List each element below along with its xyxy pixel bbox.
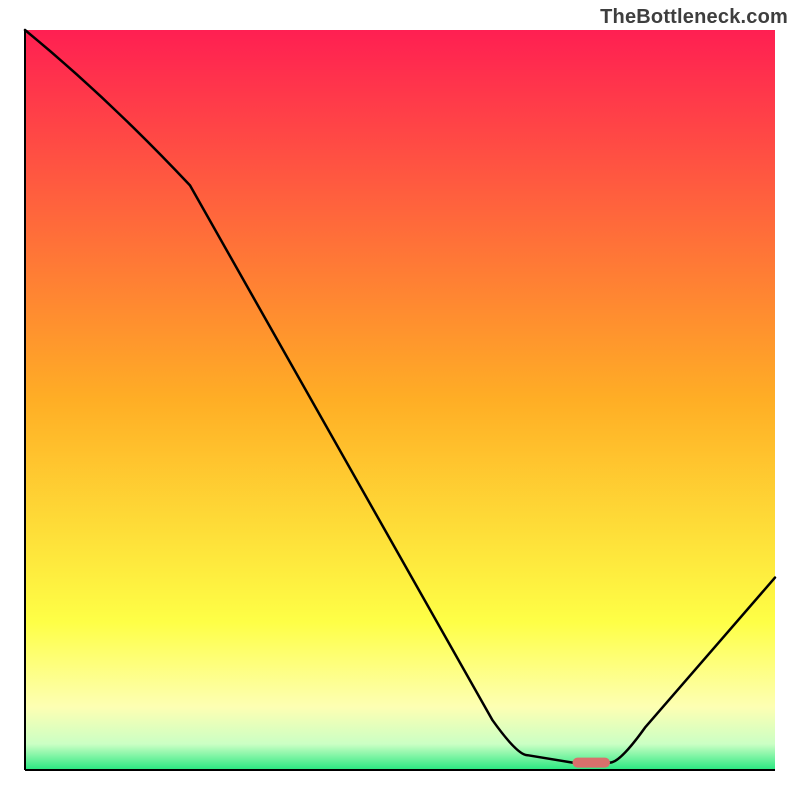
- bottleneck-chart: [0, 0, 800, 800]
- optimal-range-marker: [573, 758, 611, 768]
- chart-container: TheBottleneck.com: [0, 0, 800, 800]
- plot-background: [25, 30, 775, 770]
- watermark-text: TheBottleneck.com: [600, 6, 788, 29]
